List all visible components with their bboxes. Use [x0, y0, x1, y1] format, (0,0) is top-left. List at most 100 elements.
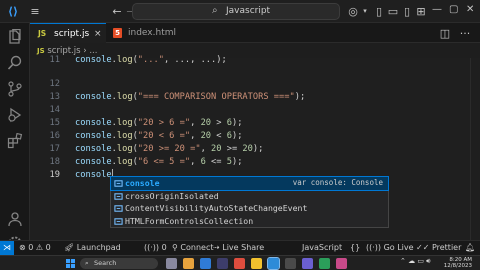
- suggestion-widget: console var console: Console crossOriginIs…: [110, 176, 389, 228]
- suggestion-label: ContentVisibilityAutoStateChangeEvent: [125, 203, 308, 213]
- task-view-icon[interactable]: [166, 258, 177, 269]
- suggestion-item[interactable]: console var console: Console: [110, 176, 389, 191]
- close-tab-icon[interactable]: ×: [94, 24, 102, 44]
- code-text[interactable]: console.log("=== COMPARISON OPERATORS ==…: [75, 91, 305, 104]
- maximize-button[interactable]: ▢: [449, 4, 458, 15]
- launchpad-button[interactable]: 🚀︎ Launchpad: [64, 241, 121, 255]
- explorer-icon[interactable]: [7, 29, 23, 45]
- line-number: 19: [49, 170, 60, 180]
- mail-icon[interactable]: [234, 258, 245, 269]
- double-check-icon: ✓✓: [416, 243, 430, 252]
- chrome-icon[interactable]: [251, 258, 262, 269]
- clock-date: 12/8/2023: [443, 262, 472, 269]
- vscode-logo-icon: ⟨⟩: [7, 5, 19, 18]
- symbol-variable-icon: [114, 192, 123, 200]
- symbol-variable-icon: [114, 205, 123, 212]
- remote-indicator-icon[interactable]: ⋊: [0, 241, 14, 255]
- extensions-icon[interactable]: [7, 133, 23, 149]
- tab-index-html[interactable]: 5 index.html: [108, 23, 200, 43]
- minimap[interactable]: [470, 58, 480, 240]
- taskbar-search[interactable]: ⌕ Search: [80, 258, 158, 269]
- code-line[interactable]: 11 console.log("...", ..., ...);: [30, 54, 480, 67]
- code-text[interactable]: console.log("20 >= 20 =", 20 >= 20);: [75, 143, 263, 156]
- file-explorer-icon[interactable]: [183, 258, 194, 269]
- symbol-variable-icon: [114, 180, 123, 187]
- terminal-icon[interactable]: [285, 258, 296, 269]
- suggestion-item[interactable]: ContentVisibilityAutoStateChangeEvent: [111, 202, 388, 215]
- language-mode-button[interactable]: JavaScript: [302, 241, 342, 255]
- toggle-panel-icon[interactable]: ▭: [386, 5, 400, 18]
- command-center-search[interactable]: ⌕ Javascript: [132, 3, 340, 20]
- rocket-icon: 🚀︎: [64, 243, 75, 252]
- back-arrow-icon[interactable]: ←: [110, 5, 124, 18]
- tab-script-js[interactable]: JS script.js ×: [30, 23, 106, 43]
- ports-indicator[interactable]: ((·)) 0: [144, 241, 167, 255]
- go-live-label: Go Live: [383, 243, 414, 252]
- taskbar-search-placeholder: Search: [94, 259, 117, 267]
- copilot-chevron-icon[interactable]: ▾: [358, 5, 372, 18]
- code-line[interactable]: 14: [30, 104, 480, 117]
- suggestion-label: HTMLFormControlsCollection: [125, 215, 254, 226]
- system-tray-icons[interactable]: ⌃ ☁ ▭ 🔊︎: [400, 258, 431, 265]
- language-braces-icon[interactable]: {}: [350, 241, 360, 255]
- search-view-icon[interactable]: [7, 55, 23, 71]
- command-center-text: Javascript: [226, 6, 271, 16]
- line-number: 18: [49, 157, 60, 167]
- line-number: 17: [49, 144, 60, 154]
- live-share-button[interactable]: ⇢ Live Share: [213, 241, 264, 255]
- line-number: 16: [49, 131, 60, 141]
- warning-count: 0: [45, 243, 51, 252]
- minimize-button[interactable]: —: [432, 4, 442, 15]
- clock[interactable]: 8:20 AM 12/8/2023: [442, 257, 472, 269]
- suggestion-item[interactable]: crossOriginIsolated: [111, 190, 388, 203]
- code-text[interactable]: console.log("6 <= 5 =", 6 <= 5);: [75, 156, 242, 169]
- code-text[interactable]: console.log("20 < 6 =", 20 < 6);: [75, 130, 242, 143]
- js-file-icon: JS: [38, 29, 47, 38]
- app-icon[interactable]: [319, 258, 330, 269]
- broadcast-icon: ((·)): [144, 243, 160, 252]
- menu-icon[interactable]: ≡: [28, 5, 42, 18]
- plug-icon: ⚲: [172, 243, 178, 252]
- app-icon[interactable]: [336, 258, 347, 269]
- code-text[interactable]: console.log("...", ..., ...);: [75, 54, 227, 67]
- line-number: 11: [49, 55, 60, 65]
- close-window-button[interactable]: ✕: [466, 4, 474, 15]
- edge-icon[interactable]: [200, 258, 211, 269]
- source-control-icon[interactable]: [7, 81, 23, 97]
- code-line[interactable]: 18 console.log("6 <= 5 =", 6 <= 5);: [30, 156, 480, 169]
- run-debug-icon[interactable]: [7, 107, 23, 123]
- code-line[interactable]: 17 console.log("20 >= 20 =", 20 >= 20);: [30, 143, 480, 156]
- editor-tabs: JS script.js × 5 index.html ◫ ···: [30, 23, 480, 43]
- code-text[interactable]: console.log("20 > 6 =", 20 > 6);: [75, 117, 242, 130]
- suggestion-item[interactable]: HTMLFormControlsCollection: [111, 215, 388, 228]
- accounts-icon[interactable]: [7, 211, 23, 227]
- problems-indicator[interactable]: ⊗ 0 ⚠ 0: [19, 241, 51, 255]
- code-line[interactable]: 15 console.log("20 > 6 =", 20 > 6);: [30, 117, 480, 130]
- line-number: 14: [49, 105, 60, 115]
- notifications-bell-icon[interactable]: 🔔︎: [465, 241, 475, 255]
- go-live-button[interactable]: ((·)) Go Live: [366, 241, 414, 255]
- prettier-label: Prettier: [431, 243, 462, 252]
- toggle-secondary-sidebar-icon[interactable]: ▯: [400, 5, 414, 18]
- suggestion-detail: var console: Console: [292, 178, 383, 187]
- windows-start-icon[interactable]: [66, 259, 75, 268]
- status-bar: ⋊ ⊗ 0 ⚠ 0 🚀︎ Launchpad ((·)) 0 ⚲ Connect…: [0, 240, 480, 255]
- tab-label: script.js: [54, 29, 90, 39]
- app-icon[interactable]: [302, 258, 313, 269]
- line-number: 15: [49, 118, 60, 128]
- code-line[interactable]: 13 console.log("=== COMPARISON OPERATORS …: [30, 91, 480, 104]
- launchpad-label: Launchpad: [76, 243, 121, 252]
- prettier-button[interactable]: ✓✓ Prettier: [416, 241, 461, 255]
- windows-taskbar: ⌕ Search ⌃ ☁ ▭ 🔊︎ 8:20 AM 12/8/2023: [0, 255, 480, 270]
- toggle-sidebar-icon[interactable]: ▯: [372, 5, 386, 18]
- code-line[interactable]: 12: [30, 78, 480, 91]
- more-actions-icon[interactable]: ···: [458, 27, 472, 40]
- code-line[interactable]: 16 console.log("20 < 6 =", 20 < 6);: [30, 130, 480, 143]
- line-number: 12: [49, 79, 60, 89]
- store-icon[interactable]: [217, 258, 228, 269]
- connect-button[interactable]: ⚲ Connect: [172, 241, 213, 255]
- vscode-taskbar-icon[interactable]: [267, 257, 280, 270]
- code-text[interactable]: console: [75, 169, 113, 182]
- split-editor-icon[interactable]: ◫: [438, 27, 452, 40]
- customize-layout-icon[interactable]: ⊞: [414, 5, 428, 18]
